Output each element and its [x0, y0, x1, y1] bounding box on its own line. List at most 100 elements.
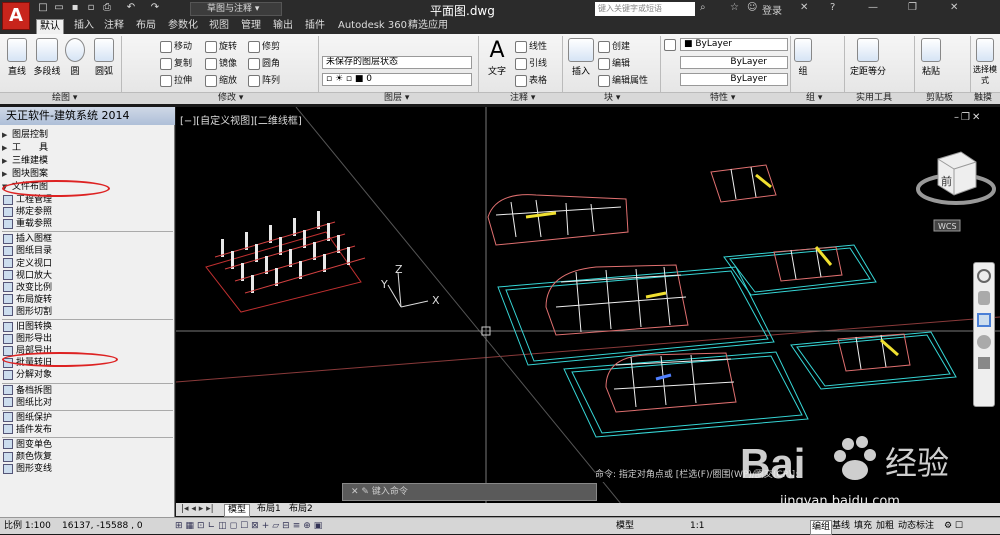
palette-group-1[interactable]: ▶ 工 具 [2, 142, 48, 154]
settings-icon[interactable]: ⚙ ☐ [944, 520, 963, 533]
panel-utilities-title[interactable]: 实用工具 [856, 93, 892, 104]
viewport-controls[interactable]: [−][自定义视图][二维线框] [180, 112, 302, 127]
search-input[interactable]: 键入关键字或短语 [595, 2, 695, 16]
app-menu-button[interactable]: A [2, 2, 30, 30]
exchange-icon[interactable]: ✕ [800, 2, 808, 13]
palette-item-8[interactable]: 布局旋转 [3, 294, 52, 306]
palette-item-17[interactable]: 图纸保护 [3, 412, 52, 424]
bold-toggle[interactable]: 加粗 [876, 520, 894, 533]
panel-draw-title[interactable]: 绘图 ▾ [52, 93, 77, 104]
tab-model[interactable]: 模型 [224, 504, 251, 517]
linetype-dropdown[interactable]: ByLayer [680, 56, 788, 69]
tab-plugins[interactable]: 插件 [302, 19, 328, 34]
palette-item-14[interactable]: 分解对象 [3, 369, 52, 381]
measure-button[interactable]: 定距等分 [848, 38, 888, 77]
steering-wheel-icon[interactable] [977, 269, 991, 283]
viewport-window-buttons[interactable]: –❐✕ [954, 112, 982, 123]
group-button[interactable]: 组 [793, 38, 813, 77]
help-icon[interactable]: ? [830, 2, 835, 13]
move-button[interactable]: 移动 [160, 39, 192, 53]
panel-properties-title[interactable]: 特性 ▾ [710, 93, 735, 104]
navigation-bar[interactable] [973, 262, 995, 407]
open-icon[interactable]: ▭ [52, 1, 66, 15]
orbit-icon[interactable] [977, 335, 991, 349]
minimize-icon[interactable]: — [868, 2, 878, 13]
tab-layout1[interactable]: 布局1 [254, 504, 284, 515]
palette-item-16[interactable]: 图纸比对 [3, 397, 52, 409]
palette-item-19[interactable]: 图变单色 [3, 439, 52, 451]
login-link[interactable]: 登录 [762, 2, 782, 17]
leader-button[interactable]: 引线 [515, 56, 547, 70]
palette-item-5[interactable]: 定义视口 [3, 258, 52, 270]
layer-dropdown[interactable]: ▫ ☀ ▫ ■ 0 [322, 73, 472, 86]
palette-item-1[interactable]: 绑定参照 [3, 206, 52, 218]
new-icon[interactable]: □ [36, 1, 50, 15]
user-icon[interactable]: ☺ [747, 2, 757, 13]
dynamic-dim-toggle[interactable]: 动态标注 [898, 520, 934, 533]
tab-parametric[interactable]: 参数化 [165, 19, 201, 34]
scale-button[interactable]: 缩放 [205, 73, 237, 87]
palette-item-20[interactable]: 颜色恢复 [3, 451, 52, 463]
edit-attr-button[interactable]: 编辑属性 [598, 73, 648, 87]
panel-group-title[interactable]: 组 ▾ [806, 93, 822, 104]
array-button[interactable]: 阵列 [248, 73, 280, 87]
search-icon[interactable]: ⌕ [700, 2, 706, 13]
color-dropdown[interactable]: ■ ByLayer [680, 38, 788, 51]
undo-icon[interactable]: ↶ [124, 1, 138, 15]
stretch-button[interactable]: 拉伸 [160, 73, 192, 87]
tab-view[interactable]: 视图 [206, 19, 232, 34]
layer-state-dropdown[interactable]: 未保存的图层状态 [322, 56, 472, 69]
drafting-toggles[interactable]: ⊞▦⊡∟◫◻☐⊠+▱⊟≡⊕▣ [175, 520, 325, 533]
palette-item-6[interactable]: 视口放大 [3, 270, 52, 282]
fillet-button[interactable]: 圆角 [248, 56, 280, 70]
panel-layer-title[interactable]: 图层 ▾ [384, 93, 409, 104]
match-prop-icon[interactable] [664, 39, 678, 51]
copy-button[interactable]: 复制 [160, 56, 192, 70]
tab-annotate[interactable]: 注释 [101, 19, 127, 34]
text-button[interactable]: A 文字 [484, 38, 510, 77]
group-toggle[interactable]: 编组 [810, 520, 833, 535]
rotate-button[interactable]: 旋转 [205, 39, 237, 53]
tab-layout[interactable]: 布局 [133, 19, 159, 34]
baseline-toggle[interactable]: 基线 [832, 520, 850, 533]
trim-button[interactable]: 修剪 [248, 39, 280, 53]
palette-group-0[interactable]: ▶ 图层控制 [2, 129, 48, 141]
circle-button[interactable]: 圆 [64, 38, 86, 77]
fill-toggle[interactable]: 填充 [854, 520, 872, 533]
star-icon[interactable]: ☆ [730, 2, 739, 13]
palette-group-2[interactable]: ▶ 三维建模 [2, 155, 48, 167]
palette-item-11[interactable]: 图形导出 [3, 333, 52, 345]
lineweight-dropdown[interactable]: ByLayer [680, 73, 788, 86]
panel-annotation-title[interactable]: 注释 ▾ [510, 93, 535, 104]
model-space-button[interactable]: 模型 [616, 520, 634, 533]
create-block-button[interactable]: 创建 [598, 39, 630, 53]
viewcube-front-label[interactable]: 前 [941, 174, 952, 188]
annotation-scale[interactable]: 1:1 [690, 520, 704, 533]
palette-item-3[interactable]: 插入图框 [3, 233, 52, 245]
table-button[interactable]: 表格 [515, 73, 547, 87]
save-icon[interactable]: ▪ [68, 1, 82, 15]
restore-icon[interactable]: ❐ [908, 2, 917, 13]
palette-item-15[interactable]: 备档拆图 [3, 385, 52, 397]
tab-nav-arrows[interactable]: |◂ ◂ ▸ ▸| [178, 504, 217, 515]
paste-button[interactable]: 粘贴 [918, 38, 944, 77]
edit-block-button[interactable]: 编辑 [598, 56, 630, 70]
panel-block-title[interactable]: 块 ▾ [604, 93, 620, 104]
pan-icon[interactable] [978, 291, 990, 305]
tab-autodesk360[interactable]: Autodesk 360 [335, 19, 410, 34]
close-icon[interactable]: ✕ [950, 2, 958, 13]
showmotion-icon[interactable] [978, 357, 990, 369]
panel-clipboard-title[interactable]: 剪贴板 [926, 93, 953, 104]
tab-insert[interactable]: 插入 [71, 19, 97, 34]
workspace-dropdown[interactable]: 草图与注释 ▾ [190, 2, 282, 16]
palette-item-18[interactable]: 插件发布 [3, 424, 52, 436]
palette-item-7[interactable]: 改变比例 [3, 282, 52, 294]
palette-item-2[interactable]: 重载参照 [3, 218, 52, 230]
palette-item-9[interactable]: 图形切割 [3, 306, 52, 318]
print-icon[interactable]: ⎙ [100, 1, 114, 15]
zoom-icon[interactable] [977, 313, 991, 327]
linear-dim-button[interactable]: 线性 [515, 39, 547, 53]
tab-manage[interactable]: 管理 [238, 19, 264, 34]
tab-output[interactable]: 输出 [270, 19, 296, 34]
tab-default[interactable]: 默认 [36, 19, 64, 34]
